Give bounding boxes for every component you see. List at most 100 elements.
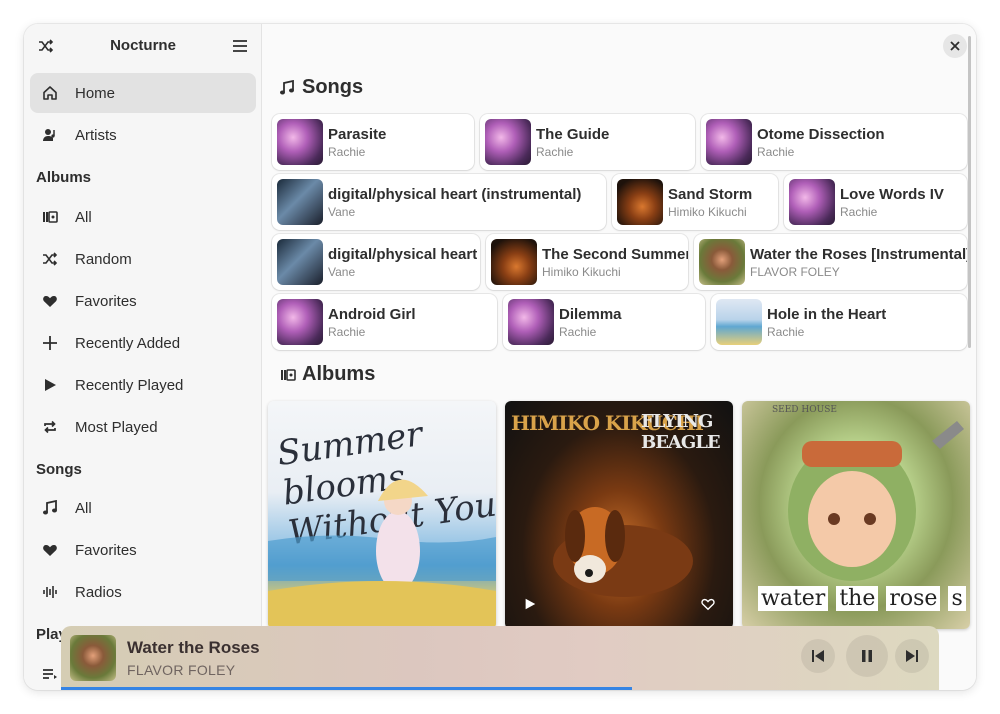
- app-window: Nocturne Home Artists Albums All Random …: [24, 24, 976, 690]
- song-title: Love Words IV: [840, 185, 944, 203]
- song-card[interactable]: Android Girl Rachie: [272, 294, 497, 350]
- cover-word: the: [836, 586, 879, 611]
- main-content: Songs Parasite Rachie The Guide Rachie Oto…: [263, 24, 976, 690]
- songs-heading: Songs: [279, 76, 363, 99]
- next-track-button[interactable]: [895, 639, 929, 673]
- song-card[interactable]: Love Words IV Rachie: [784, 174, 967, 230]
- song-card[interactable]: Parasite Rachie: [272, 114, 474, 170]
- cover-word: water: [758, 586, 829, 611]
- sidebar-item-songs-radios[interactable]: Radios: [30, 572, 256, 612]
- song-artist: Himiko Kikuchi: [542, 264, 621, 279]
- playlist-icon[interactable]: [42, 666, 58, 682]
- sidebar-item-albums-recently-added[interactable]: Recently Added: [30, 323, 256, 363]
- app-title: Nocturne: [110, 37, 176, 54]
- heart-outline-icon: [701, 598, 715, 611]
- song-title: The Second Summer: [542, 245, 688, 263]
- sidebar-item-artists[interactable]: Artists: [30, 115, 256, 155]
- song-card[interactable]: The Second Summer Himiko Kikuchi: [486, 234, 688, 290]
- radio-icon: [42, 584, 58, 600]
- song-artist: Rachie: [840, 204, 878, 219]
- sidebar-item-songs-favorites[interactable]: Favorites: [30, 530, 256, 570]
- album-card[interactable]: Summer blooms Without You: [268, 401, 496, 629]
- album-icon: [42, 209, 58, 225]
- close-button[interactable]: [943, 34, 967, 58]
- sidebar-item-songs-all[interactable]: All: [30, 488, 256, 528]
- song-cover-art: [617, 179, 663, 225]
- albums-heading-label: Albums: [302, 363, 376, 385]
- song-cover-art: [277, 299, 323, 345]
- skip-next-icon: [906, 650, 918, 662]
- song-artist: Rachie: [767, 324, 805, 339]
- sidebar-item-label: Recently Played: [75, 376, 184, 394]
- sidebar-item-albums-all[interactable]: All: [30, 197, 256, 237]
- song-card[interactable]: Otome Dissection Rachie: [701, 114, 967, 170]
- sidebar-item-label: Artists: [75, 126, 117, 144]
- song-cover-art: [706, 119, 752, 165]
- cover-word: s: [948, 586, 966, 611]
- sidebar-item-home[interactable]: Home: [30, 73, 256, 113]
- sidebar-item-albums-random[interactable]: Random: [30, 239, 256, 279]
- skip-previous-icon: [812, 650, 824, 662]
- song-card[interactable]: Dilemma Rachie: [503, 294, 705, 350]
- music-note-icon: [279, 79, 297, 97]
- song-cover-art: [699, 239, 745, 285]
- sidebar-item-label: Recently Added: [75, 334, 181, 352]
- home-icon: [42, 85, 58, 101]
- album-icon: [279, 366, 297, 384]
- song-artist: Rachie: [757, 144, 795, 159]
- song-artist: FLAVOR FOLEY: [750, 264, 840, 279]
- song-cover-art: [485, 119, 531, 165]
- close-icon: [950, 41, 960, 51]
- now-playing-bar[interactable]: Water the Roses FLAVOR FOLEY: [61, 626, 939, 690]
- playback-progress-bar[interactable]: [61, 687, 632, 690]
- song-title: digital/physical heart (instrumental): [328, 185, 582, 203]
- plus-icon: [42, 335, 58, 351]
- song-artist: Vane: [328, 204, 356, 219]
- song-card[interactable]: digital/physical heart (instrumental) Van…: [272, 174, 606, 230]
- song-title: Water the Roses [Instrumental]: [750, 245, 967, 263]
- song-cover-art: [789, 179, 835, 225]
- song-artist: Himiko Kikuchi: [668, 204, 747, 219]
- song-cover-art: [277, 239, 323, 285]
- play-icon: [42, 377, 58, 393]
- heart-icon: [42, 542, 58, 558]
- song-card[interactable]: Water the Roses [Instrumental] FLAVOR FOL…: [694, 234, 967, 290]
- music-note-icon: [42, 500, 58, 516]
- content-scrollbar[interactable]: [968, 36, 971, 348]
- sidebar-item-albums-recently-played[interactable]: Recently Played: [30, 365, 256, 405]
- sidebar-item-label: Favorites: [75, 292, 137, 310]
- song-artist: Rachie: [328, 144, 366, 159]
- sidebar-item-albums-favorites[interactable]: Favorites: [30, 281, 256, 321]
- heart-icon: [42, 293, 58, 309]
- menu-icon[interactable]: [230, 36, 250, 56]
- sidebar-section-songs: Songs: [36, 461, 82, 478]
- pause-button[interactable]: [846, 635, 888, 677]
- song-artist: Vane: [328, 264, 356, 279]
- sidebar-header: Nocturne: [24, 24, 262, 68]
- sidebar-item-label: Radios: [75, 583, 122, 601]
- album-play-button[interactable]: [517, 591, 543, 617]
- song-title: Dilemma: [559, 305, 622, 323]
- pause-icon: [862, 650, 872, 662]
- sidebar-item-albums-most-played[interactable]: Most Played: [30, 407, 256, 447]
- album-card[interactable]: HIMIKO KIKUCHI FLYING BEAGLE: [505, 401, 733, 629]
- previous-track-button[interactable]: [801, 639, 835, 673]
- now-playing-cover-art: [70, 635, 116, 681]
- song-card[interactable]: The Guide Rachie: [480, 114, 695, 170]
- sidebar-section-albums: Albums: [36, 169, 92, 186]
- song-card[interactable]: Hole in the Heart Rachie: [711, 294, 967, 350]
- song-artist: Rachie: [559, 324, 597, 339]
- song-title: Android Girl: [328, 305, 416, 323]
- songs-heading-label: Songs: [302, 76, 364, 98]
- album-favorite-button[interactable]: [695, 591, 721, 617]
- album-cover-words: water the rose s: [758, 586, 966, 611]
- song-card[interactable]: digital/physical heart Vane: [272, 234, 480, 290]
- song-card[interactable]: Sand Storm Himiko Kikuchi: [612, 174, 778, 230]
- sidebar-item-label: Most Played: [75, 418, 158, 436]
- song-cover-art: [491, 239, 537, 285]
- shuffle-icon: [42, 251, 58, 267]
- album-card[interactable]: SEED HOUSE water the rose s: [742, 401, 970, 629]
- sidebar-item-label: All: [75, 208, 92, 226]
- play-icon: [525, 598, 536, 610]
- song-artist: Rachie: [328, 324, 366, 339]
